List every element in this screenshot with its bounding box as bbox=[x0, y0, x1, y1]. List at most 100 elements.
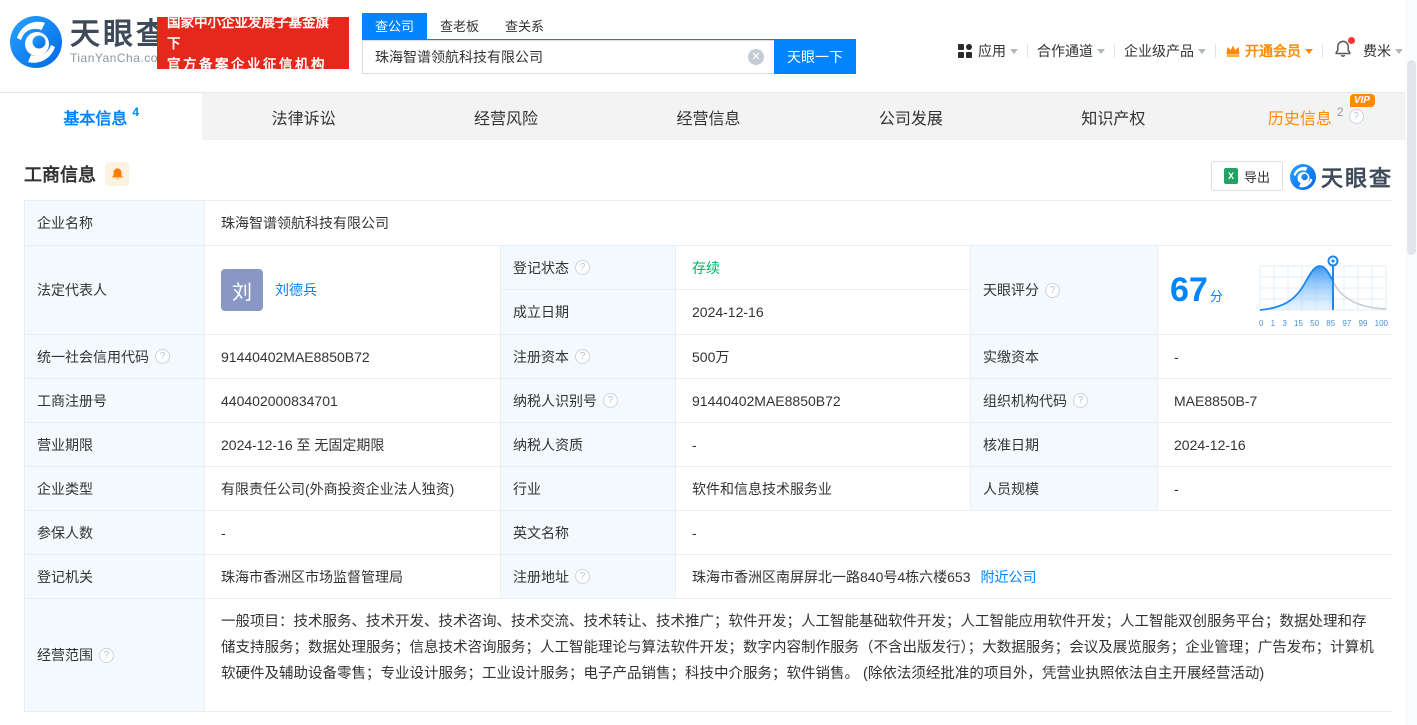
nearby-companies-link[interactable]: 附近公司 bbox=[981, 567, 1037, 587]
clear-search-icon[interactable]: ✕ bbox=[748, 49, 764, 65]
vip-badge: VIP bbox=[1349, 94, 1375, 107]
help-icon[interactable]: ? bbox=[1045, 282, 1060, 298]
paid-capital-label: 实缴资本 bbox=[971, 335, 1158, 379]
tab-label: 历史信息 bbox=[1267, 110, 1332, 128]
help-icon[interactable]: ? bbox=[155, 349, 170, 364]
approval-date-value: 2024-12-16 bbox=[1158, 423, 1393, 467]
score-distribution-chart: 0 1 3 15 50 85 97 99 100 bbox=[1257, 253, 1389, 328]
help-icon[interactable]: ? bbox=[575, 260, 590, 275]
excel-icon: X bbox=[1223, 168, 1238, 184]
company-type-label: 企业类型 bbox=[25, 467, 205, 511]
help-icon[interactable]: ? bbox=[575, 569, 590, 584]
tianyancha-eye-icon bbox=[10, 16, 62, 68]
monitor-bell-button[interactable] bbox=[105, 162, 129, 186]
section-header: 工商信息 bbox=[24, 161, 129, 187]
site-logo[interactable]: 天眼查 TianYanCha.com bbox=[10, 16, 169, 68]
page-scrollbar[interactable] bbox=[1405, 0, 1417, 725]
help-icon[interactable]: ? bbox=[1348, 109, 1364, 124]
tab-count: 4 bbox=[132, 105, 140, 119]
english-name-label: 英文名称 bbox=[501, 511, 676, 555]
help-icon[interactable]: ? bbox=[1073, 393, 1088, 408]
scrollbar-thumb[interactable] bbox=[1407, 60, 1416, 255]
nav-user[interactable]: 费米 bbox=[1363, 41, 1403, 61]
reg-authority-value: 珠海市香洲区市场监督管理局 bbox=[205, 555, 501, 599]
chevron-down-icon bbox=[1395, 49, 1403, 54]
logo-title: 天眼查 bbox=[70, 18, 169, 51]
export-button[interactable]: X 导出 bbox=[1210, 161, 1283, 191]
export-label: 导出 bbox=[1243, 169, 1270, 185]
nav-enterprise[interactable]: 企业级产品 bbox=[1124, 41, 1206, 61]
notification-bell-icon[interactable] bbox=[1334, 37, 1355, 61]
crown-icon bbox=[1226, 45, 1240, 57]
bell-curve-chart bbox=[1259, 255, 1387, 311]
approval-date-label: 核准日期 bbox=[971, 423, 1158, 467]
nav-partner-label: 合作通道 bbox=[1037, 42, 1093, 59]
tab-label: 知识产权 bbox=[1081, 110, 1146, 128]
nav-partner[interactable]: 合作通道 bbox=[1037, 41, 1105, 61]
tab-legal[interactable]: 法律诉讼 bbox=[202, 93, 404, 140]
reg-capital-label: 注册资本 ? bbox=[501, 335, 676, 379]
tab-count: 2 bbox=[1336, 105, 1344, 119]
business-info-table: 企业名称 珠海智谱领航科技有限公司 法定代表人 刘 刘德兵 登记状态 ? 存续 … bbox=[24, 200, 1393, 712]
divider bbox=[1114, 43, 1115, 58]
nav-user-label: 费米 bbox=[1363, 42, 1391, 59]
taxpayer-id-value: 91440402MAE8850B72 bbox=[676, 379, 971, 423]
credit-code-label: 统一社会信用代码 ? bbox=[25, 335, 205, 379]
status-date-subtable: 登记状态 ? 存续 成立日期 2024-12-16 bbox=[501, 246, 971, 335]
industry-value: 软件和信息技术服务业 bbox=[676, 467, 971, 511]
business-scope-value: 一般项目：技术服务、技术开发、技术咨询、技术交流、技术转让、技术推广；软件开发；… bbox=[205, 599, 1393, 711]
score-tick: 3 bbox=[1282, 318, 1287, 328]
notification-dot bbox=[1348, 37, 1355, 44]
score-value: 67 分 0 1 3 15 50 85 97 99 100 bbox=[1158, 246, 1393, 335]
tab-label: 法律诉讼 bbox=[271, 110, 336, 128]
tab-label: 基本信息 bbox=[63, 110, 128, 128]
nav-vip[interactable]: 开通会员 bbox=[1225, 41, 1313, 61]
search-tab-relation[interactable]: 查关系 bbox=[492, 13, 557, 39]
tab-intellectual-property[interactable]: 知识产权 bbox=[1012, 93, 1214, 140]
divider bbox=[1215, 43, 1216, 58]
reg-number-label: 工商注册号 bbox=[25, 379, 205, 423]
badge-line1: 国家中小企业发展子基金旗下 bbox=[167, 14, 329, 51]
search-button[interactable]: 天眼一下 bbox=[774, 40, 856, 74]
reg-capital-value: 500万 bbox=[676, 335, 971, 379]
score-ticks: 0 1 3 15 50 85 97 99 100 bbox=[1259, 319, 1388, 328]
insured-count-value: - bbox=[205, 511, 501, 555]
legal-rep-link[interactable]: 刘德兵 bbox=[275, 280, 317, 300]
score-tick: 15 bbox=[1294, 318, 1303, 328]
reg-status-value: 存续 bbox=[676, 246, 970, 290]
help-icon[interactable]: ? bbox=[99, 647, 114, 663]
score-tick: 0 bbox=[1259, 318, 1264, 328]
search-tab-boss[interactable]: 查老板 bbox=[427, 13, 492, 39]
industry-label: 行业 bbox=[501, 467, 676, 511]
nav-apps[interactable]: 应用 bbox=[958, 41, 1018, 61]
business-term-value: 2024-12-16 至 无固定期限 bbox=[205, 423, 501, 467]
tab-history-info[interactable]: VIP 历史信息 2 ? bbox=[1215, 93, 1417, 140]
establish-date-value: 2024-12-16 bbox=[692, 304, 764, 320]
nav-apps-label: 应用 bbox=[978, 42, 1006, 59]
score-tick: 97 bbox=[1342, 318, 1352, 328]
chevron-down-icon bbox=[1097, 49, 1105, 54]
chevron-down-icon bbox=[1305, 49, 1313, 54]
chevron-down-icon bbox=[1010, 49, 1018, 54]
insured-count-label: 参保人数 bbox=[25, 511, 205, 555]
search-input[interactable] bbox=[362, 40, 774, 74]
watermark-logo: 天眼查 bbox=[1289, 161, 1393, 193]
search-tab-company[interactable]: 查公司 bbox=[362, 13, 428, 39]
nav-enterprise-label: 企业级产品 bbox=[1124, 42, 1194, 59]
tab-company-development[interactable]: 公司发展 bbox=[810, 93, 1012, 140]
help-icon[interactable]: ? bbox=[575, 349, 590, 364]
apps-grid-icon bbox=[958, 43, 972, 58]
tab-label: 公司发展 bbox=[878, 110, 943, 128]
avatar[interactable]: 刘 bbox=[221, 269, 263, 311]
tab-business-info[interactable]: 经营信息 bbox=[607, 93, 809, 140]
tab-operating-risk[interactable]: 经营风险 bbox=[405, 93, 607, 140]
score-number: 67 bbox=[1170, 271, 1208, 309]
legal-rep-value: 刘 刘德兵 bbox=[205, 246, 501, 335]
org-code-label: 组织机构代码 ? bbox=[971, 379, 1158, 423]
help-icon[interactable]: ? bbox=[603, 393, 618, 408]
chevron-down-icon bbox=[1198, 49, 1206, 54]
tab-basic-info[interactable]: 基本信息 4 bbox=[0, 93, 203, 140]
org-code-value: MAE8850B-7 bbox=[1158, 379, 1393, 423]
legal-rep-label: 法定代表人 bbox=[25, 246, 205, 335]
staff-size-value: - bbox=[1158, 467, 1393, 511]
